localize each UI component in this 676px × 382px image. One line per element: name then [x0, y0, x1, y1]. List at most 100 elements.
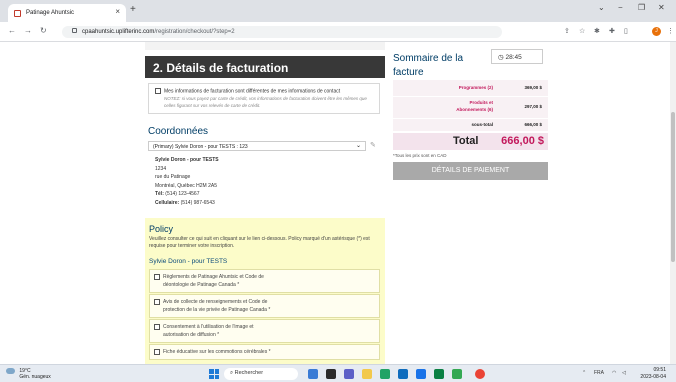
chevron-down-icon: ⌄ [355, 143, 361, 149]
store-icon[interactable] [434, 369, 444, 379]
excel-icon[interactable] [380, 369, 390, 379]
policy-link[interactable]: Fiche éducative sur les commotions céréb… [163, 349, 271, 355]
contact-select-value: (Primary) Sylvie Doron - pour TESTS : 12… [153, 143, 248, 150]
url-field[interactable]: cpaahuntsic.uplifterinc.com/registration… [62, 26, 502, 38]
wifi-icon[interactable]: ◠ [612, 370, 616, 376]
tab-search-icon[interactable]: ⌄ [598, 3, 605, 12]
policy-item: Avis de collecte de renseignements et Co… [149, 294, 380, 318]
reload-icon[interactable]: ↻ [40, 26, 47, 35]
maximize-button[interactable]: ❐ [638, 3, 645, 12]
taskbar-clock[interactable]: 09:51 2023-08-04 [638, 367, 666, 380]
subtotal-label: sous-total [471, 122, 493, 127]
puzzle-icon[interactable]: ✚ [609, 27, 615, 35]
contact-name: Sylvie Doron - pour TESTS [155, 157, 219, 163]
page-scrollbar[interactable] [670, 42, 676, 364]
programmes-value: 369,00 $ [524, 85, 542, 90]
forward-icon[interactable]: → [24, 26, 32, 35]
previous-section-edge [145, 42, 385, 50]
billing-section-title: 2. Détails de facturation [145, 56, 385, 78]
weather-desc: Gén. nuageux [19, 374, 51, 380]
cell-value: (514) 987-6543 [180, 199, 215, 206]
policy-link[interactable]: Consentement à l'utilisation de l'image … [163, 324, 254, 330]
payment-details-button[interactable]: DÉTAILS DE PAIEMENT [393, 162, 548, 180]
windows-taskbar: 19°C Gén. nuageux ⌕ Rechercher ⌃ FRA ◠ ◁… [0, 364, 676, 382]
taskbar-search[interactable]: ⌕ Rechercher [224, 368, 298, 380]
contact-select[interactable]: (Primary) Sylvie Doron - pour TESTS : 12… [148, 141, 366, 151]
policy-link-cont[interactable]: autorisation de diffusion * [154, 331, 375, 339]
cloud-icon [6, 368, 15, 374]
tel-value: (514) 123-4567 [165, 191, 200, 197]
address-bar-row: ← → ↻ cpaahuntsic.uplifterinc.com/regist… [0, 22, 676, 42]
total-value: 666,00 $ [501, 135, 544, 147]
billing-note: NOTEZ: si vous payez par carte de crédit… [164, 96, 367, 108]
cell-label: Cellulaire: [155, 199, 180, 206]
policy-link[interactable]: Règlements de Patinage Ahuntsic et Code … [163, 274, 264, 280]
address-line-2: rue du Patinage [155, 174, 191, 180]
tray-chevron-up-icon[interactable]: ⌃ [582, 370, 586, 376]
policy-item: Fiche éducative sur les commotions céréb… [149, 344, 380, 360]
app-icon[interactable] [452, 369, 462, 379]
policy-link[interactable]: Avis de collecte de renseignements et Co… [163, 299, 267, 305]
summary-row-subtotal: sous-total 666,00 $ [393, 119, 548, 131]
policy-checkbox[interactable] [154, 323, 160, 330]
windows-start-icon[interactable] [209, 369, 219, 379]
bookmark-star-icon[interactable]: ☆ [579, 27, 585, 35]
policy-checkbox[interactable] [154, 348, 160, 355]
skate-favicon-icon [14, 9, 21, 17]
policy-link-cont[interactable]: déontologie de Patinage Canada * [154, 281, 375, 289]
billing-different-checkbox[interactable] [155, 88, 161, 94]
browser-menu-icon[interactable]: ⋮ [667, 27, 674, 35]
clock-icon: ◷ [498, 54, 504, 61]
address-line-1: 1234 [155, 165, 167, 172]
task-view-icon[interactable] [326, 369, 336, 379]
address-block: Sylvie Doron - pour TESTS 1234 rue du Pa… [155, 156, 355, 207]
timer-value: 28:45 [505, 54, 522, 61]
policy-checkbox[interactable] [154, 298, 160, 305]
policy-item: Consentement à l'utilisation de l'image … [149, 319, 380, 343]
policy-link-cont[interactable]: protection de la vie privée de Patinage … [154, 306, 375, 314]
tab-close-icon[interactable]: × [115, 7, 120, 16]
language-indicator[interactable]: FRA [594, 370, 604, 376]
search-label: Rechercher [234, 370, 264, 376]
programmes-label: Programmes (2) [458, 85, 493, 90]
volume-icon[interactable]: ◁ [622, 370, 626, 376]
search-icon: ⌕ [230, 370, 234, 376]
chrome-icon[interactable] [475, 369, 485, 379]
minimize-button[interactable]: − [618, 3, 623, 12]
tab-title: Patinage Ahuntsic [26, 10, 75, 16]
lock-icon [72, 28, 77, 33]
browser-tab[interactable]: Patinage Ahuntsic × [8, 4, 126, 22]
mail-icon[interactable] [416, 369, 426, 379]
policy-checkbox[interactable] [154, 273, 160, 280]
policy-item: Règlements de Patinage Ahuntsic et Code … [149, 269, 380, 293]
close-window-button[interactable]: ✕ [658, 3, 665, 12]
address-line-3: Montréal, Québec H2M 2A5 [155, 182, 217, 189]
billing-different-box: Mes informations de facturation sont dif… [148, 83, 380, 114]
share-icon[interactable]: ⇪ [564, 27, 570, 35]
url-host: cpaahuntsic.uplifterinc.com [82, 29, 155, 35]
file-explorer-icon[interactable] [362, 369, 372, 379]
total-row: Total 666,00 $ [393, 133, 548, 150]
extension-icon[interactable]: ✱ [594, 27, 600, 35]
clock-date: 2023-08-04 [640, 373, 666, 380]
coordinates-title: Coordonnées [148, 126, 209, 137]
summary-column: Sommaire de la facture ◷ 28:45 Programme… [393, 42, 548, 242]
total-label: Total [453, 135, 479, 147]
weather-widget[interactable]: 19°C Gén. nuageux [6, 368, 51, 380]
edit-pencil-icon[interactable]: ✎ [370, 141, 376, 149]
session-timer: ◷ 28:45 [491, 49, 543, 64]
new-tab-button[interactable]: + [130, 4, 136, 15]
produits-label: Produits et Abonnements (6) [456, 100, 493, 112]
copilot-icon[interactable] [308, 369, 318, 379]
produits-value: 297,00 $ [524, 104, 542, 109]
sidebar-icon[interactable]: ▯ [624, 27, 628, 35]
profile-avatar[interactable]: J [652, 27, 661, 36]
teams-icon[interactable] [344, 369, 354, 379]
back-icon[interactable]: ← [8, 26, 16, 35]
summary-title: Sommaire de la facture [393, 53, 464, 78]
checkout-page: 2. Détails de facturation Mes informatio… [0, 42, 676, 364]
outlook-icon[interactable] [398, 369, 408, 379]
tel-label: Tél: [155, 191, 164, 197]
currency-note: *Tous les prix sont en CAD [393, 153, 447, 158]
scrollbar-thumb[interactable] [671, 112, 675, 262]
